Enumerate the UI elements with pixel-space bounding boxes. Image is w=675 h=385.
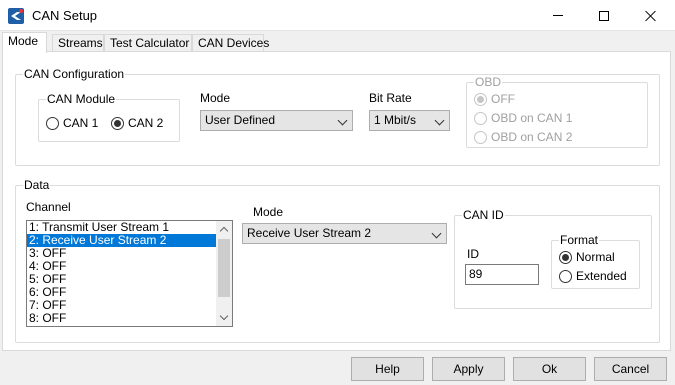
data-mode-value: Receive User Stream 2 [247, 226, 372, 240]
can-id-label: CAN ID [462, 208, 505, 222]
can-configuration-label: CAN Configuration [23, 67, 126, 81]
can-module-label: CAN Module [46, 92, 117, 106]
scroll-thumb[interactable] [218, 239, 230, 297]
app-icon [8, 8, 24, 24]
format-label: Format [559, 233, 600, 247]
ok-button[interactable]: Ok [513, 357, 586, 381]
data-mode-label: Mode [253, 205, 284, 219]
obd-can2-radio[interactable]: OBD on CAN 2 [474, 130, 572, 144]
can1-radio-circle [46, 116, 59, 130]
chevron-down-icon [431, 228, 442, 239]
can2-radio[interactable]: CAN 2 [111, 116, 163, 130]
obd-off-radio[interactable]: OFF [474, 92, 515, 106]
config-mode-value: User Defined [205, 113, 276, 127]
channel-label: Channel [26, 200, 71, 214]
format-extended-radio-circle [559, 269, 572, 283]
config-mode-label: Mode [200, 91, 231, 105]
minimize-button[interactable] [535, 0, 581, 31]
bit-rate-dropdown[interactable]: 1 Mbit/s [369, 110, 450, 131]
obd-off-label: OFF [491, 92, 515, 106]
help-button[interactable]: Help [351, 357, 424, 381]
obd-can2-radio-circle [474, 130, 487, 144]
can1-radio[interactable]: CAN 1 [46, 116, 98, 130]
format-extended-label: Extended [576, 269, 627, 283]
close-button[interactable] [627, 0, 675, 31]
close-icon [645, 10, 657, 22]
data-mode-dropdown[interactable]: Receive User Stream 2 [242, 223, 447, 244]
id-input[interactable]: 89 [465, 264, 539, 285]
format-extended-radio[interactable]: Extended [559, 269, 627, 283]
channel-list-item[interactable]: 8: OFF [27, 312, 217, 325]
maximize-icon [599, 10, 609, 21]
data-group-label: Data [23, 178, 51, 192]
scroll-up-arrow-icon[interactable] [216, 221, 232, 237]
obd-can1-radio-circle [474, 111, 487, 125]
can2-radio-label: CAN 2 [128, 116, 164, 130]
chevron-down-icon [337, 115, 348, 126]
obd-can1-label: OBD on CAN 1 [491, 111, 573, 125]
id-label: ID [467, 247, 479, 261]
window-title: CAN Setup [32, 8, 98, 23]
config-mode-dropdown[interactable]: User Defined [200, 110, 353, 131]
apply-button[interactable]: Apply [432, 357, 505, 381]
bit-rate-value: 1 Mbit/s [374, 113, 417, 127]
obd-off-radio-circle [474, 92, 487, 106]
can2-radio-circle [111, 116, 124, 130]
obd-can1-radio[interactable]: OBD on CAN 1 [474, 111, 572, 125]
cancel-button[interactable]: Cancel [594, 357, 667, 381]
scroll-down-arrow-icon[interactable] [216, 310, 232, 326]
tab-mode[interactable]: Mode [2, 32, 47, 53]
channel-scrollbar[interactable] [216, 221, 232, 326]
obd-label: OBD [474, 75, 503, 89]
can1-radio-label: CAN 1 [63, 116, 99, 130]
minimize-icon [553, 15, 563, 16]
bit-rate-label: Bit Rate [369, 91, 412, 105]
channel-listbox[interactable]: 1: Transmit User Stream 1 2: Receive Use… [26, 220, 233, 327]
maximize-button[interactable] [581, 0, 627, 31]
chevron-down-icon [434, 115, 445, 126]
format-normal-radio-circle [559, 250, 572, 264]
format-normal-label: Normal [576, 250, 615, 264]
obd-can2-label: OBD on CAN 2 [491, 130, 573, 144]
format-normal-radio[interactable]: Normal [559, 250, 615, 264]
title-bar: CAN Setup [0, 0, 675, 31]
